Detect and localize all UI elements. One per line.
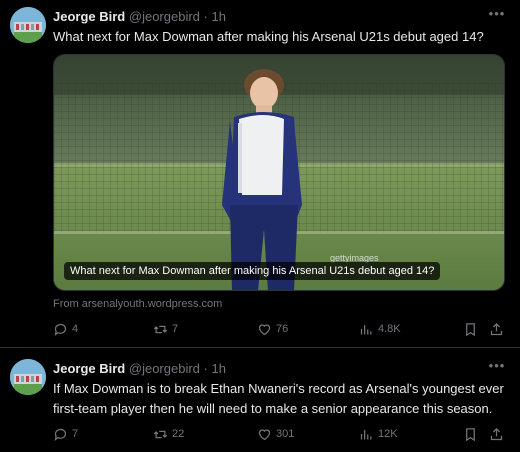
- media-caption: What next for Max Dowman after making hi…: [64, 262, 441, 280]
- tweet-header: Jeorge Bird @jeorgebird · 1h: [53, 359, 226, 379]
- heart-icon: [258, 428, 271, 440]
- separator: ·: [203, 361, 208, 376]
- views-button[interactable]: 4.8K: [359, 319, 401, 339]
- like-button[interactable]: 301: [257, 424, 294, 444]
- views-icon: [360, 429, 372, 439]
- timestamp[interactable]: 1h: [211, 9, 225, 24]
- share-icon: [490, 427, 503, 440]
- reply-button[interactable]: 4: [53, 319, 78, 339]
- reply-icon: [54, 323, 67, 336]
- heart-icon: [258, 323, 271, 335]
- repost-icon: [153, 430, 168, 438]
- repost-button[interactable]: 22: [153, 424, 184, 444]
- reply-button[interactable]: 7: [53, 424, 78, 444]
- bookmark-icon: [466, 322, 475, 336]
- bookmark-button[interactable]: [463, 319, 478, 339]
- player-photo: gettyimages: [54, 55, 504, 290]
- action-bar: 7 22 301 12K: [53, 424, 505, 444]
- like-count: 76: [276, 323, 289, 335]
- tweet-media-card[interactable]: gettyimages What next for Max Dowman aft…: [53, 54, 505, 291]
- repost-button[interactable]: 7: [153, 319, 178, 339]
- views-icon: [360, 324, 372, 334]
- timestamp[interactable]: 1h: [211, 361, 225, 376]
- views-count: 12K: [378, 428, 398, 440]
- link-source[interactable]: From arsenalyouth.wordpress.com: [53, 296, 222, 312]
- reply-count: 4: [72, 323, 79, 335]
- repost-count: 7: [172, 323, 179, 335]
- tweet[interactable]: Jeorge Bird @jeorgebird · 1h ••• If Max …: [0, 349, 520, 452]
- reply-icon: [54, 428, 67, 441]
- avatar[interactable]: [10, 359, 46, 395]
- author-name[interactable]: Jeorge Bird: [53, 9, 125, 24]
- author-handle[interactable]: @jeorgebird: [129, 9, 200, 24]
- action-bar: 4 7 76 4.8K: [53, 319, 505, 339]
- bookmark-button[interactable]: [463, 424, 478, 444]
- tweet-text: If Max Dowman is to break Ethan Nwaneri'…: [53, 381, 504, 416]
- author-handle[interactable]: @jeorgebird: [129, 361, 200, 376]
- more-icon[interactable]: •••: [488, 359, 506, 377]
- tweet-text: What next for Max Dowman after making hi…: [53, 29, 484, 44]
- share-icon: [490, 322, 503, 335]
- more-icon[interactable]: •••: [488, 7, 506, 25]
- reply-count: 7: [72, 428, 79, 440]
- like-button[interactable]: 76: [257, 319, 288, 339]
- separator: ·: [203, 9, 208, 24]
- like-count: 301: [276, 428, 295, 440]
- repost-icon: [153, 325, 168, 333]
- repost-count: 22: [172, 428, 185, 440]
- author-name[interactable]: Jeorge Bird: [53, 361, 125, 376]
- views-count: 4.8K: [378, 323, 401, 335]
- tweet-header: Jeorge Bird @jeorgebird · 1h: [53, 7, 226, 27]
- avatar[interactable]: [10, 7, 46, 43]
- share-button[interactable]: [489, 319, 504, 339]
- tweet[interactable]: Jeorge Bird @jeorgebird · 1h ••• What ne…: [0, 0, 520, 348]
- bookmark-icon: [466, 427, 475, 441]
- share-button[interactable]: [489, 424, 504, 444]
- views-button[interactable]: 12K: [359, 424, 398, 444]
